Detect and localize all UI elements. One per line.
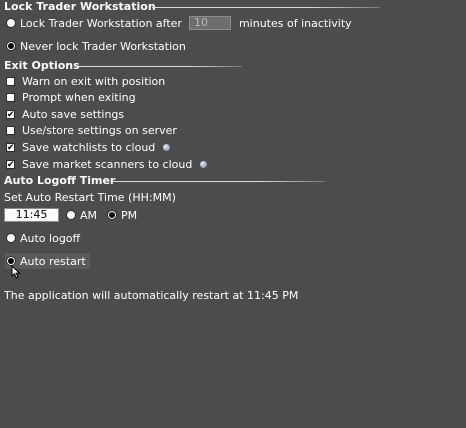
lock-section-title: Lock Trader Workstation [4, 0, 156, 13]
exit-option[interactable]: ✔ Auto save settings [6, 106, 124, 122]
cloud-sync-icon [163, 143, 171, 151]
exit-option-label: Auto save settings [22, 107, 125, 121]
exit-option-label: Use/store settings on server [22, 124, 177, 138]
exit-option-checkbox[interactable]: ✔ [6, 109, 15, 119]
auto-logoff-radio[interactable] [6, 233, 16, 243]
restart-time-row: 11:45 AM PM [4, 207, 137, 223]
exit-option-checkbox[interactable]: ✔ [6, 159, 15, 169]
exit-option-checkbox[interactable] [6, 76, 15, 86]
lock-minutes-input[interactable]: 10 [188, 16, 231, 30]
exit-section-title: Exit Options [4, 59, 80, 72]
never-lock-label: Never lock Trader Workstation [20, 39, 186, 53]
exit-option[interactable]: Prompt when exiting [6, 90, 136, 106]
restart-time-label: Set Auto Restart Time (HH:MM) [4, 190, 176, 204]
am-radio[interactable] [66, 210, 76, 220]
exit-option[interactable]: Use/store settings on server [6, 123, 177, 139]
never-lock-radio[interactable] [6, 41, 16, 51]
exit-option-label: Save watchlists to cloud [22, 140, 156, 154]
mouse-pointer-icon [11, 265, 21, 279]
lock-after-option[interactable]: Lock Trader Workstation after 10 minutes… [6, 15, 352, 31]
cloud-sync-icon [200, 160, 208, 168]
restart-info-text: The application will automatically resta… [4, 289, 299, 302]
exit-option-label: Warn on exit with position [22, 74, 166, 88]
restart-time-input[interactable]: 11:45 [4, 208, 59, 222]
logoff-section-title: Auto Logoff Timer [4, 174, 116, 187]
lock-after-label: Lock Trader Workstation after [20, 16, 182, 30]
exit-option-checkbox[interactable] [6, 126, 15, 136]
lock-after-radio[interactable] [6, 18, 16, 28]
auto-restart-label: Auto restart [20, 254, 86, 268]
exit-option[interactable]: ✔ Save watchlists to cloud [6, 139, 171, 155]
pm-radio[interactable] [107, 210, 118, 220]
exit-section-divider [79, 66, 242, 67]
logoff-section-divider [113, 181, 325, 182]
exit-option-checkbox[interactable] [6, 93, 15, 103]
lock-section-divider [152, 7, 380, 8]
exit-option-label: Prompt when exiting [22, 91, 136, 105]
exit-option[interactable]: Warn on exit with position [6, 73, 165, 89]
exit-option-checkbox[interactable]: ✔ [6, 142, 15, 152]
never-lock-option[interactable]: Never lock Trader Workstation [6, 38, 186, 54]
exit-option-label: Save market scanners to cloud [22, 157, 193, 171]
auto-logoff-option[interactable]: Auto logoff [6, 230, 80, 246]
auto-logoff-label: Auto logoff [20, 231, 81, 245]
exit-option[interactable]: ✔ Save market scanners to cloud [6, 156, 208, 172]
pm-label[interactable]: PM [121, 209, 137, 222]
restart-time-label-row: Set Auto Restart Time (HH:MM) [4, 189, 176, 205]
am-label[interactable]: AM [80, 209, 97, 222]
lock-after-suffix: minutes of inactivity [238, 16, 352, 30]
